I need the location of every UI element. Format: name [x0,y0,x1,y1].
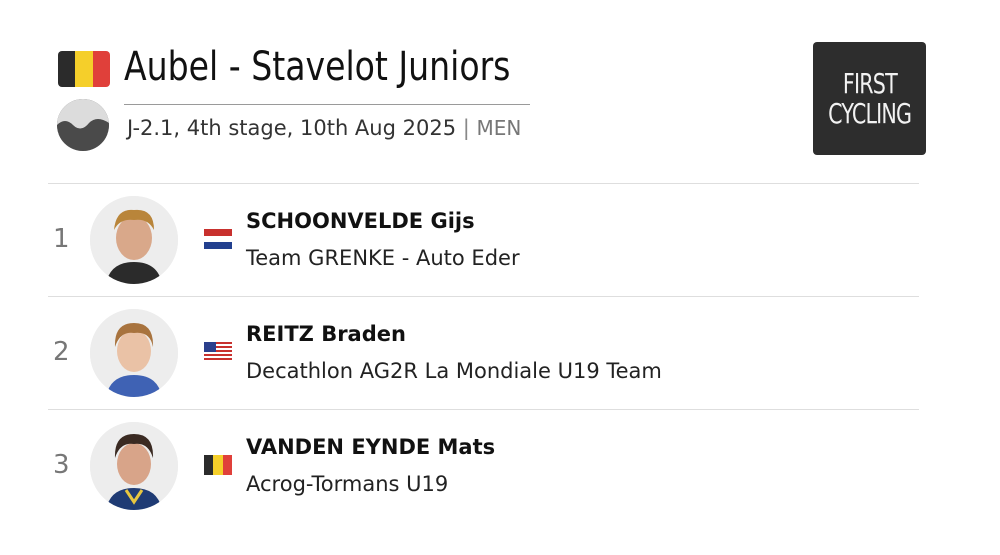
belgium-flag-icon [204,455,232,475]
title-divider [124,104,530,105]
rider-team[interactable]: Team GRENKE - Auto Eder [246,246,520,270]
rider-name[interactable]: SCHOONVELDE Gijs [246,209,475,233]
firstcycling-logo[interactable]: First Cycling [813,42,926,155]
rider-name[interactable]: REITZ Braden [246,322,406,346]
result-row[interactable]: 3 VANDEN EYNDE Mats Acrog-Tormans U19 [48,410,919,523]
logo-line1: First [842,66,898,100]
rider-avatar[interactable] [90,309,178,397]
logo-line2: Cycling [827,96,912,130]
rank-number: 2 [53,337,70,367]
hilly-terrain-icon [57,99,109,151]
race-category-stage: J-2.1, 4th stage, 10th Aug 2025 [127,116,457,140]
rider-avatar[interactable] [90,422,178,510]
result-row[interactable]: 1 SCHOONVELDE Gijs Team GRENKE - Auto Ed… [48,184,919,297]
rider-name[interactable]: VANDEN EYNDE Mats [246,435,495,459]
rank-number: 1 [53,224,70,254]
usa-flag-icon [204,342,232,362]
result-row[interactable]: 2 REITZ Braden Decathlon AG2R La Mondial… [48,297,919,410]
race-gender: MEN [476,116,522,140]
race-header: Aubel - Stavelot Juniors J-2.1, 4th stag… [0,0,1000,180]
rider-team[interactable]: Acrog-Tormans U19 [246,472,448,496]
race-title[interactable]: Aubel - Stavelot Juniors [124,44,510,90]
race-subtitle: J-2.1, 4th stage, 10th Aug 2025 | MEN [127,116,521,140]
rank-number: 3 [53,450,70,480]
netherlands-flag-icon [204,229,232,249]
rider-avatar[interactable] [90,196,178,284]
belgium-flag-icon [58,51,110,87]
separator: | [462,116,470,140]
rider-team[interactable]: Decathlon AG2R La Mondiale U19 Team [246,359,662,383]
